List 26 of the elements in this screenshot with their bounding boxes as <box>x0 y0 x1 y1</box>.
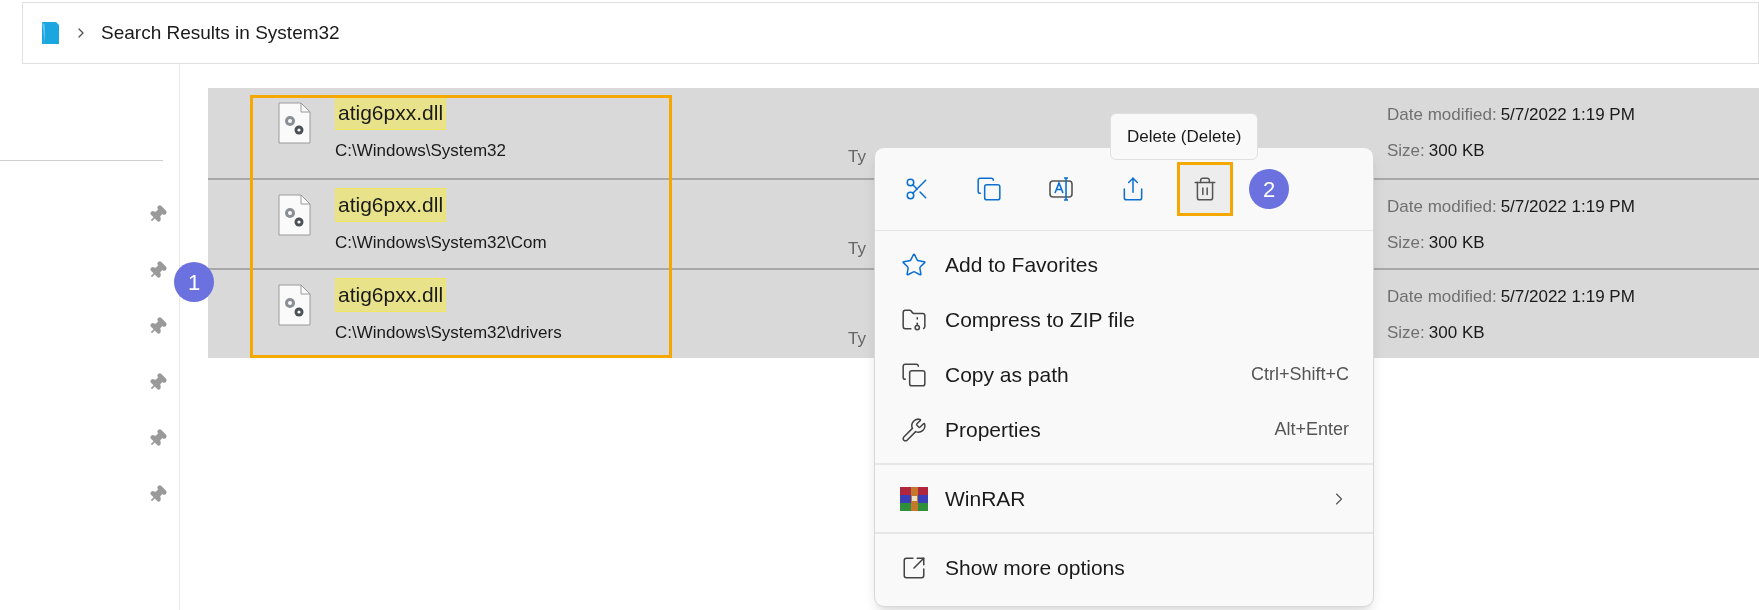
file-type: Ty <box>848 239 866 258</box>
size-value: 300 KB <box>1428 139 1485 162</box>
size-label: Size: <box>1387 231 1425 254</box>
shortcut-text: Ctrl+Shift+C <box>1250 363 1349 386</box>
size-value: 300 KB <box>1428 321 1485 344</box>
tooltip: Delete (Delete) <box>1110 113 1259 160</box>
date-value: 5/7/2022 1:19 PM <box>1500 196 1635 218</box>
date-value: 5/7/2022 1:19 PM <box>1500 104 1635 126</box>
file-type: Ty <box>848 147 866 166</box>
date-value: 5/7/2022 1:19 PM <box>1500 286 1635 308</box>
file-name: atig6pxx.dll <box>335 188 447 222</box>
date-label: Date modified: <box>1387 104 1497 126</box>
size-label: Size: <box>1387 139 1425 162</box>
shortcut-text: Alt+Enter <box>1274 418 1349 441</box>
file-name: atig6pxx.dll <box>335 278 447 312</box>
file-type: Ty <box>848 329 866 348</box>
size-label: Size: <box>1387 321 1425 344</box>
file-name: atig6pxx.dll <box>335 96 447 130</box>
step-badge: 1 <box>174 262 214 302</box>
date-label: Date modified: <box>1387 286 1497 308</box>
step-badge: 2 <box>1249 169 1289 209</box>
size-value: 300 KB <box>1428 231 1485 254</box>
date-label: Date modified: <box>1387 196 1497 218</box>
file-path: C:\Windows\System32 <box>335 139 506 162</box>
file-path: C:\Windows\System32\drivers <box>335 321 562 344</box>
file-path: C:\Windows\System32\Com <box>335 231 547 254</box>
